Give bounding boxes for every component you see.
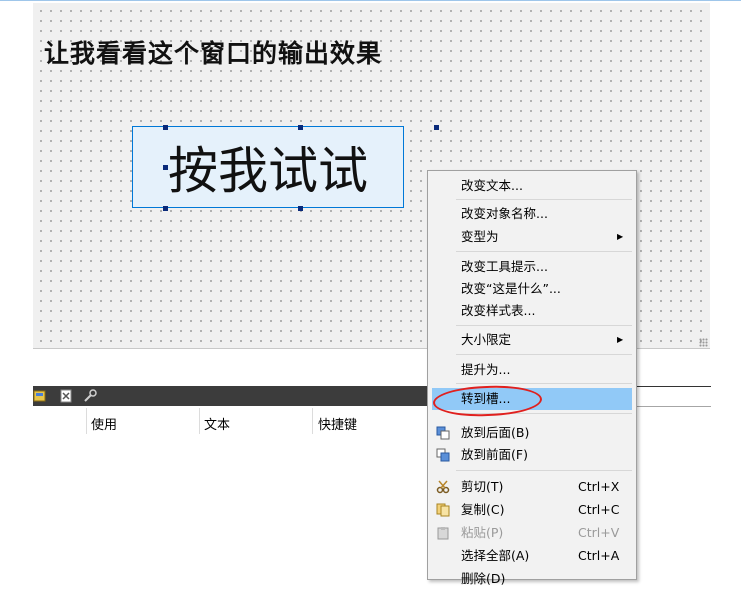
resize-handle-top-left[interactable] (163, 125, 168, 130)
resize-handle-top[interactable] (298, 125, 303, 130)
menu-separator (456, 251, 632, 252)
menu-item-change-object-name[interactable]: 改变对象名称... (432, 203, 632, 225)
bring-to-front-icon (436, 448, 450, 462)
column-divider (199, 408, 200, 434)
menu-item-cut[interactable]: 剪切(T) Ctrl+X (432, 476, 632, 498)
column-divider (86, 408, 87, 434)
context-menu: 改变文本... 改变对象名称... 变型为 ▶ 改变工具提示... 改变“这是什… (427, 170, 637, 586)
form-push-button[interactable]: 按我试试 (132, 126, 404, 208)
editor-toolbar (33, 386, 429, 406)
column-header-shortcut[interactable]: 快捷键 (318, 414, 357, 433)
menu-separator (456, 325, 632, 326)
panel-divider (635, 386, 711, 387)
menu-separator (456, 354, 632, 355)
menu-item-copy[interactable]: 复制(C) Ctrl+C (432, 499, 632, 521)
resize-handle-top-right[interactable] (434, 125, 439, 130)
menu-item-bring-to-front[interactable]: 放到前面(F) (432, 444, 632, 466)
paste-icon (437, 527, 449, 540)
menu-item-change-stylesheet[interactable]: 改变样式表... (432, 300, 632, 322)
configure-icon[interactable] (33, 389, 47, 403)
resize-handle-left[interactable] (163, 165, 168, 170)
menu-item-send-to-back[interactable]: 放到后面(B) (432, 422, 632, 444)
menu-item-delete[interactable]: 删除(D) (432, 568, 632, 590)
menu-item-select-all[interactable]: 选择全部(A) Ctrl+A (432, 545, 632, 567)
form-label-widget[interactable]: 让我看看这个窗口的输出效果 (44, 34, 382, 70)
column-header-use[interactable]: 使用 (91, 414, 117, 433)
submenu-arrow-icon: ▶ (617, 335, 624, 344)
menu-separator (456, 383, 632, 384)
size-grip-icon[interactable] (699, 338, 708, 347)
column-header-text[interactable]: 文本 (204, 414, 230, 433)
panel-divider-lower (635, 406, 711, 407)
submenu-arrow-icon: ▶ (617, 232, 624, 241)
menu-separator (456, 470, 632, 471)
scissors-icon (436, 480, 450, 494)
menu-item-paste[interactable]: 粘贴(P) Ctrl+V (432, 522, 632, 544)
wrench-icon[interactable] (83, 389, 97, 403)
menu-item-size-constraints[interactable]: 大小限定 ▶ (432, 329, 632, 351)
menu-item-change-whats-this[interactable]: 改变“这是什么”... (432, 278, 632, 300)
column-divider (312, 408, 313, 434)
form-button-text: 按我试试 (168, 142, 368, 200)
resize-handle-bottom-left[interactable] (163, 206, 168, 211)
menu-item-change-tooltip[interactable]: 改变工具提示... (432, 256, 632, 278)
copy-icon (436, 503, 450, 517)
menu-separator (456, 199, 632, 200)
send-to-back-icon (436, 426, 450, 440)
delete-icon[interactable] (59, 389, 73, 403)
menu-item-change-text[interactable]: 改变文本... (432, 175, 632, 197)
menu-item-morph-into[interactable]: 变型为 ▶ (432, 226, 632, 248)
resize-handle-bottom[interactable] (298, 206, 303, 211)
menu-item-promote-to[interactable]: 提升为... (432, 359, 632, 381)
window-top-border (0, 0, 741, 1)
